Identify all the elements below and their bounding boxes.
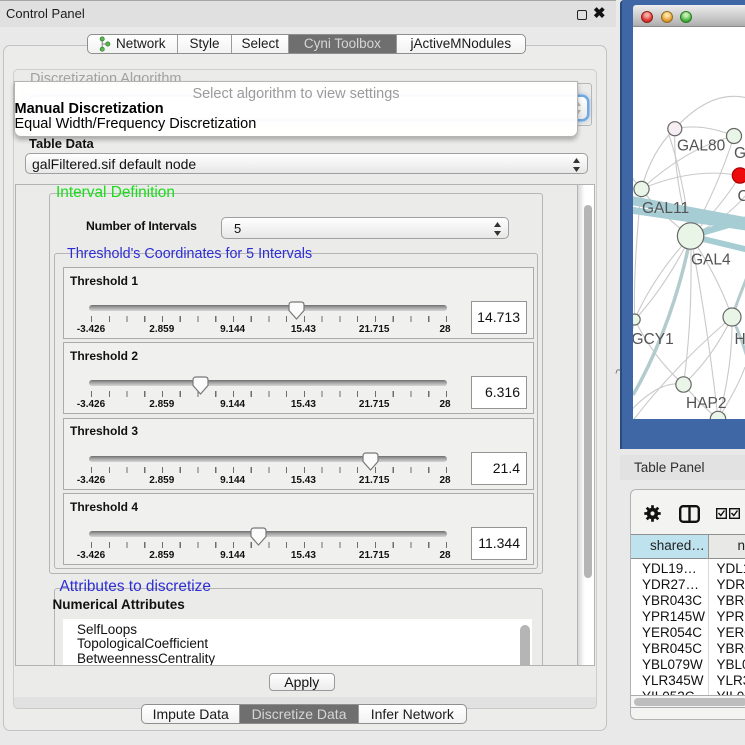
svg-text:GCY1: GCY1 [633, 331, 674, 348]
svg-text:GAL4: GAL4 [691, 252, 731, 269]
svg-text:HAP2: HAP2 [686, 395, 727, 412]
svg-text:C: C [738, 188, 745, 205]
svg-text:GAL11: GAL11 [642, 200, 689, 217]
svg-text:GAL80: GAL80 [677, 138, 726, 155]
svg-text:GA: GA [734, 145, 745, 162]
svg-text:H: H [735, 331, 745, 348]
